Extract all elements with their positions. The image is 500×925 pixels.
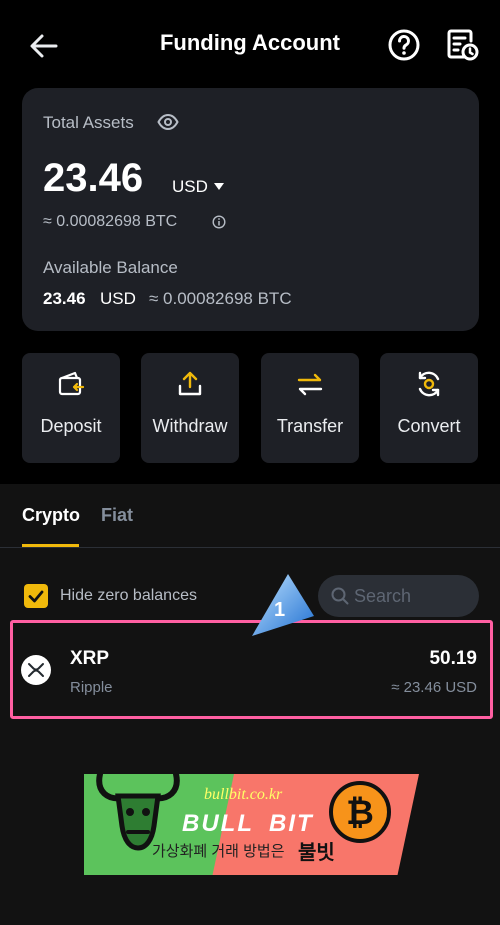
convert-button[interactable]: Convert bbox=[380, 353, 478, 463]
coin-usd-value: ≈ 23.46 USD bbox=[391, 679, 477, 696]
banner-word-bit: BIT bbox=[269, 810, 314, 837]
banner-subtitle-emphasis: 불빗 bbox=[298, 842, 335, 864]
total-assets-label: Total Assets bbox=[43, 113, 134, 132]
page-title: Funding Account bbox=[159, 30, 341, 55]
btc-equivalent: ≈ 0.00082698 BTC bbox=[43, 213, 178, 230]
banner-word-bull: BULL bbox=[182, 810, 254, 837]
annotation-number: 1 bbox=[274, 599, 285, 621]
available-balance-btc: ≈ 0.00082698 BTC bbox=[149, 289, 292, 308]
available-balance-amount: 23.46 bbox=[43, 289, 86, 308]
deposit-icon bbox=[58, 371, 85, 396]
tab-crypto[interactable]: Crypto bbox=[22, 505, 80, 526]
info-icon[interactable] bbox=[212, 215, 226, 229]
caret-down-icon[interactable] bbox=[214, 183, 224, 191]
asset-list-panel: Crypto Fiat Hide zero balances XRP Rippl… bbox=[0, 484, 500, 925]
deposit-button[interactable]: Deposit bbox=[22, 353, 120, 463]
transfer-button[interactable]: Transfer bbox=[261, 353, 359, 463]
withdraw-icon bbox=[178, 371, 202, 396]
banner-url: bullbit.co.kr bbox=[204, 786, 283, 803]
deposit-label: Deposit bbox=[40, 416, 102, 436]
check-icon bbox=[28, 590, 44, 603]
app-header: Funding Account bbox=[0, 0, 500, 88]
search-box[interactable] bbox=[318, 575, 479, 617]
tab-fiat[interactable]: Fiat bbox=[101, 505, 133, 526]
bullbit-ad-banner[interactable]: bullbit.co.kr BULL BIT ₿ 가상화폐 거래 방법은 불빗 bbox=[84, 774, 419, 875]
convert-icon bbox=[418, 371, 440, 397]
search-input[interactable] bbox=[354, 575, 474, 617]
bitcoin-logo-icon: ₿ bbox=[329, 781, 391, 843]
currency-selector[interactable]: USD bbox=[172, 177, 208, 197]
hide-zero-balances-checkbox[interactable] bbox=[24, 584, 48, 608]
coin-symbol: XRP bbox=[70, 648, 110, 669]
svg-text:₿: ₿ bbox=[346, 793, 374, 833]
banner-subtitle: 가상화폐 거래 방법은 bbox=[152, 843, 285, 860]
withdraw-button[interactable]: Withdraw bbox=[141, 353, 239, 463]
total-assets-card: Total Assets 23.46 USD ≈ 0.00082698 BTC … bbox=[22, 88, 479, 331]
annotation-arrow-icon: 1 bbox=[252, 574, 314, 636]
coin-amount: 50.19 bbox=[429, 648, 477, 669]
available-balance-label: Available Balance bbox=[43, 258, 178, 277]
search-icon bbox=[331, 587, 349, 605]
hide-zero-balances-label[interactable]: Hide zero balances bbox=[60, 587, 197, 605]
tab-divider bbox=[0, 547, 500, 548]
withdraw-label: Withdraw bbox=[152, 416, 228, 436]
xrp-icon bbox=[21, 655, 51, 685]
transfer-label: Transfer bbox=[276, 416, 344, 436]
question-circle-icon[interactable] bbox=[386, 27, 422, 63]
eye-icon[interactable] bbox=[157, 112, 179, 132]
document-clock-icon[interactable] bbox=[444, 27, 480, 63]
transfer-icon bbox=[297, 373, 323, 396]
available-balance-currency: USD bbox=[100, 289, 136, 308]
coin-name: Ripple bbox=[70, 679, 113, 696]
total-assets-amount: 23.46 bbox=[43, 156, 144, 200]
convert-label: Convert bbox=[397, 416, 461, 436]
